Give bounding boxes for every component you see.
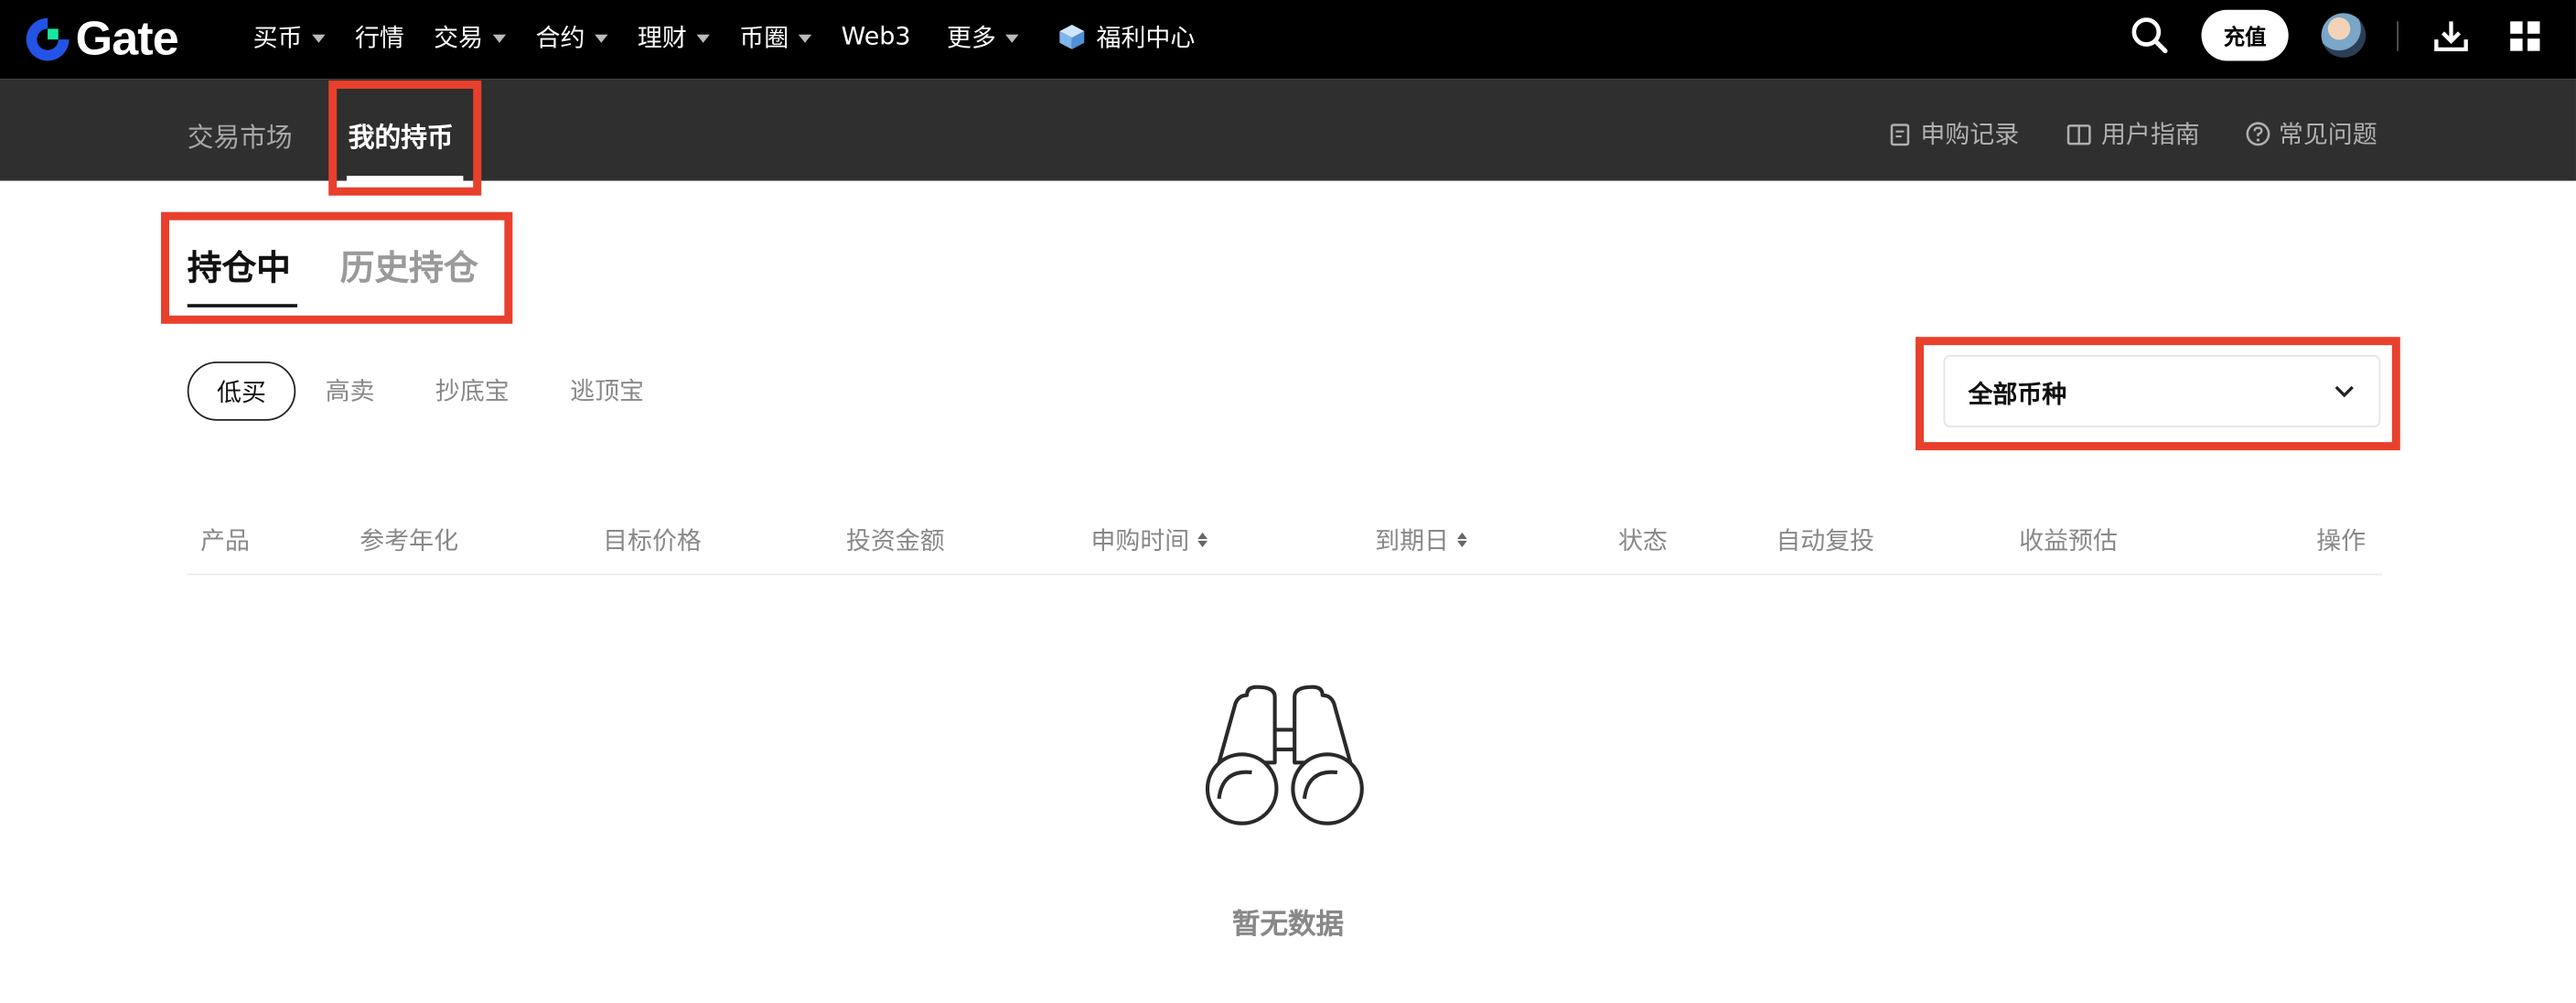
link-subscription-records[interactable]: 申购记录 <box>1889 117 2019 152</box>
nav-label: 理财 <box>637 22 687 52</box>
link-faq[interactable]: 常见问题 <box>2246 117 2377 152</box>
link-label: 用户指南 <box>2100 120 2200 150</box>
column-header-reference-apr: 参考年化 <box>360 523 458 557</box>
nav-community[interactable]: 币圈 <box>739 19 812 54</box>
column-label: 投资金额 <box>845 525 945 556</box>
caret-down-icon <box>696 33 710 42</box>
nav-label: 买币 <box>252 22 303 52</box>
link-user-guide[interactable]: 用户指南 <box>2066 117 2200 152</box>
column-label: 状态 <box>1617 525 1668 556</box>
column-header-product: 产品 <box>200 523 250 557</box>
nav-earn[interactable]: 理财 <box>638 19 710 54</box>
filter-sell-the-top[interactable]: 逃顶宝 <box>570 361 644 417</box>
nav-label: 合约 <box>535 22 585 52</box>
nav-futures[interactable]: 合约 <box>536 19 608 54</box>
tab-trading-market[interactable]: 交易市场 <box>188 115 293 155</box>
sort-icon[interactable] <box>1197 532 1208 548</box>
gate-logo-icon <box>26 17 70 61</box>
column-header-maturity-date[interactable]: 到期日 <box>1375 523 1467 557</box>
question-icon <box>2246 122 2270 146</box>
column-label: 自动复投 <box>1776 525 1875 556</box>
caret-down-icon <box>798 33 812 42</box>
nav-rewards-hub[interactable]: 福利中心 <box>1058 19 1195 54</box>
download-icon[interactable] <box>2433 18 2470 55</box>
filter-sell-high[interactable]: 高卖 <box>326 361 375 417</box>
nav-label: 交易 <box>434 22 484 52</box>
deposit-button[interactable]: 充值 <box>2201 9 2289 61</box>
filter-buy-low[interactable]: 低买 <box>187 361 296 421</box>
highlight-box <box>160 211 513 324</box>
link-label: 申购记录 <box>1920 120 2020 150</box>
column-label: 目标价格 <box>603 525 702 556</box>
nav-label: 币圈 <box>739 22 789 52</box>
column-label: 参考年化 <box>360 525 459 556</box>
nav-more[interactable]: 更多 <box>947 19 1020 54</box>
column-header-subscription-time[interactable]: 申购时间 <box>1090 523 1208 557</box>
nav-trade[interactable]: 交易 <box>434 19 507 54</box>
divider <box>2397 21 2399 51</box>
nav-web3[interactable]: Web3 <box>842 21 911 50</box>
caret-down-icon <box>595 33 608 42</box>
gate-logo[interactable]: Gate <box>23 12 179 68</box>
top-navbar: Gate 买币 行情 交易 合约 理财 币圈 Web3 更多 福利中心 充值 <box>0 0 2576 80</box>
column-label: 产品 <box>200 525 251 556</box>
empty-state-text: 暂无数据 <box>1231 909 1345 943</box>
search-icon[interactable] <box>2131 16 2168 54</box>
link-label: 常见问题 <box>2278 120 2377 150</box>
nav-label: 更多 <box>947 22 996 52</box>
nav-label: Web3 <box>841 21 911 51</box>
column-header-investment-amount: 投资金额 <box>846 523 945 557</box>
nav-label: 行情 <box>354 22 404 52</box>
column-label: 收益预估 <box>2019 525 2118 556</box>
highlight-box <box>328 80 482 196</box>
nav-label: 福利中心 <box>1096 22 1196 52</box>
column-label: 申购时间 <box>1090 525 1190 556</box>
main-nav: 买币 行情 交易 合约 理财 币圈 Web3 更多 福利中心 <box>253 0 1196 72</box>
caret-down-icon <box>492 33 507 42</box>
column-label: 操作 <box>2316 525 2367 556</box>
grid-menu-icon[interactable] <box>2508 20 2541 53</box>
column-header-status: 状态 <box>1618 523 1668 557</box>
logo-text: Gate <box>75 12 179 65</box>
column-label: 到期日 <box>1375 525 1450 556</box>
gift-cube-icon <box>1060 24 1085 49</box>
highlight-box <box>1916 337 2400 451</box>
binoculars-icon <box>1205 685 1364 825</box>
column-header-estimated-earnings: 收益预估 <box>2019 523 2118 557</box>
column-header-auto-reinvest: 自动复投 <box>1776 523 1874 557</box>
nav-buy-crypto[interactable]: 买币 <box>253 19 326 54</box>
caret-down-icon <box>312 33 326 42</box>
filter-buy-the-dip[interactable]: 抄底宝 <box>435 361 510 417</box>
table-header-divider <box>187 573 2383 576</box>
avatar[interactable] <box>2321 13 2367 58</box>
sort-icon[interactable] <box>1456 532 1467 548</box>
book-icon <box>2066 124 2091 145</box>
nav-markets[interactable]: 行情 <box>355 19 404 54</box>
caret-down-icon <box>1005 33 1020 42</box>
column-header-actions: 操作 <box>2316 523 2366 557</box>
column-header-target-price: 目标价格 <box>603 523 702 557</box>
record-icon <box>1890 123 1910 146</box>
